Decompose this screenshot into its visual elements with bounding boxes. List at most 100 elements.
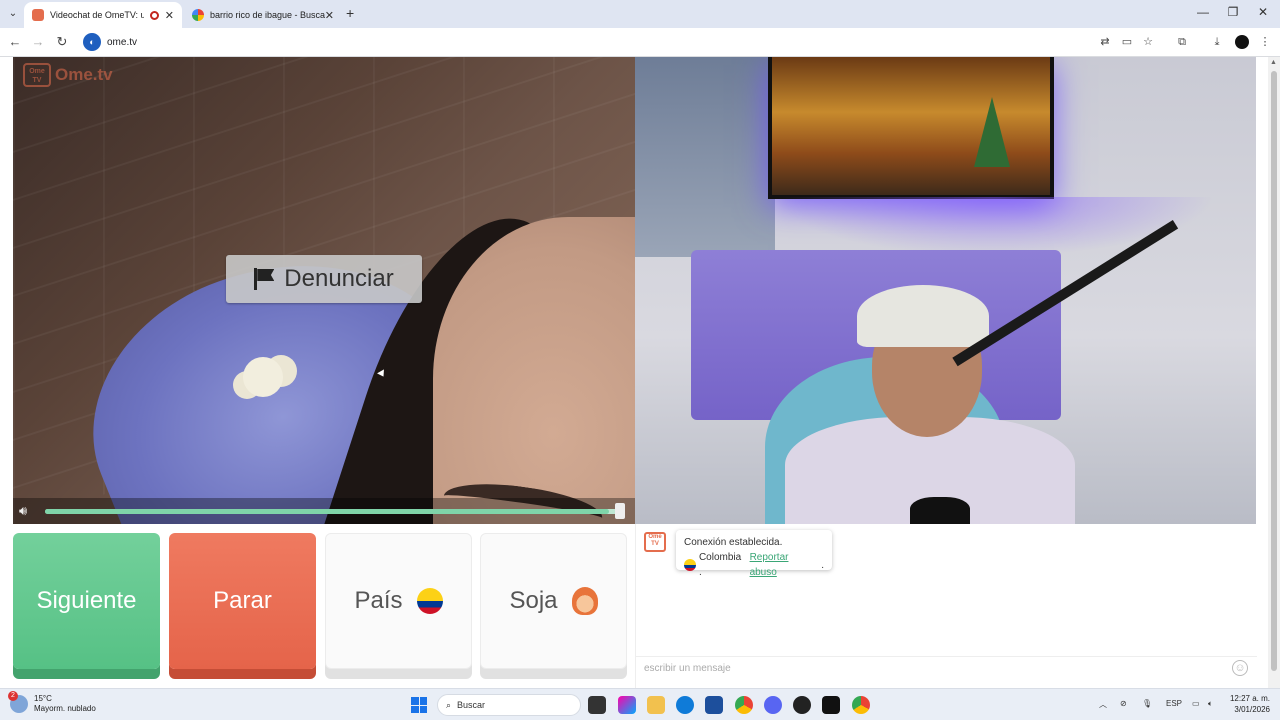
task-view-icon[interactable] <box>588 696 606 714</box>
sync-off-icon[interactable]: ⊘ <box>1120 699 1127 708</box>
url-text[interactable]: ome.tv <box>107 37 137 48</box>
page-scrollbar[interactable]: ▲ <box>1268 57 1280 688</box>
message-input[interactable]: escribir un mensaje <box>636 656 1257 680</box>
next-button-label: Siguiente <box>36 587 137 614</box>
stop-button[interactable]: Parar <box>169 533 316 669</box>
country-button-label: País <box>354 587 403 614</box>
recording-indicator-icon <box>149 10 159 20</box>
forward-icon[interactable]: → <box>29 34 47 49</box>
github-icon[interactable] <box>793 696 811 714</box>
browser-tab-strip: ⌄ Videochat de OmeTV: una ✕ barrio rico … <box>0 0 1280 28</box>
taskbar-search[interactable]: ⌕ Buscar <box>437 694 581 716</box>
network-icon[interactable]: ▭ <box>1192 699 1200 708</box>
address-toolbar: ← → ↻ ◐ ome.tv ⇄ ▭ ☆ ⧉ ⤓ ⋮ <box>0 28 1280 57</box>
windows-taskbar: 2 15°C Mayorm. nublado ⌕ Buscar ︿ ⊘ 🎙︎ E… <box>0 688 1280 720</box>
omnibox[interactable]: ◐ ome.tv <box>80 31 1160 53</box>
girl-emoji-icon <box>571 587 598 615</box>
system-clock[interactable]: 12:27 a. m. 3/01/2026 <box>1224 693 1270 715</box>
search-icon: ⌕ <box>446 699 452 710</box>
scrollbar-thumb[interactable] <box>1271 71 1277 671</box>
colombia-flag-icon <box>416 588 443 614</box>
weather-widget[interactable]: 2 15°C Mayorm. nublado <box>8 691 96 714</box>
flag-icon <box>254 268 274 290</box>
translate-icon[interactable]: ⇄ <box>1098 35 1112 49</box>
tiktok-icon[interactable] <box>822 696 840 714</box>
chat-panel: Ome TV Conexión establecida. Colombia . … <box>635 524 1257 688</box>
volume-handle[interactable] <box>615 503 625 519</box>
close-window-icon[interactable]: ✕ <box>1248 5 1278 19</box>
next-button[interactable]: Siguiente <box>13 533 160 669</box>
tab-title: Videochat de OmeTV: una <box>50 10 144 20</box>
close-tab-icon[interactable]: ✕ <box>165 9 174 22</box>
close-tab-icon[interactable]: ✕ <box>325 9 334 22</box>
speaker-icon[interactable]: 🔊︎ <box>19 504 39 518</box>
notification-badge: 2 <box>8 691 18 701</box>
ometv-chat-logo-icon: Ome TV <box>644 532 666 552</box>
cast-icon[interactable]: ▭ <box>1120 35 1134 49</box>
volume-slider[interactable] <box>45 509 621 514</box>
weather-temperature: 15°C <box>34 694 52 703</box>
volume-tray-icon[interactable]: 🔈︎ <box>1208 699 1213 709</box>
download-icon[interactable]: ⤓ <box>1210 35 1224 49</box>
report-abuse-link[interactable]: Reportar abuso <box>750 550 819 580</box>
clock-date: 3/01/2026 <box>1234 705 1270 714</box>
tab-search-chevron-icon[interactable]: ⌄ <box>6 7 20 21</box>
back-icon[interactable]: ← <box>6 34 24 49</box>
discord-icon[interactable] <box>764 696 782 714</box>
system-message: Conexión establecida. Colombia . Reporta… <box>676 530 832 578</box>
copilot-icon[interactable] <box>618 696 636 714</box>
microphone-icon[interactable]: 🎙︎ <box>1142 699 1152 708</box>
minimize-icon[interactable]: — <box>1188 5 1218 19</box>
tab-google-search[interactable]: barrio rico de ibague - Buscar c ✕ <box>184 2 342 28</box>
reload-icon[interactable]: ↻ <box>53 34 71 50</box>
video-scene-microphone <box>910 497 970 524</box>
stranger-video: Ome TV Ome.tv Denunciar 🔊︎ <box>13 57 635 524</box>
search-placeholder: Buscar <box>457 700 486 710</box>
volume-fill <box>45 509 610 514</box>
video-scene-led-glow <box>775 197 1215 257</box>
chrome-profile-icon[interactable] <box>852 696 870 714</box>
chrome-icon[interactable] <box>735 696 753 714</box>
windows-start-icon[interactable] <box>411 697 427 713</box>
restore-icon[interactable]: ❐ <box>1218 5 1248 19</box>
new-tab-icon[interactable]: + <box>346 5 354 21</box>
tab-ometv[interactable]: Videochat de OmeTV: una ✕ <box>24 2 182 28</box>
weather-description: Mayorm. nublado <box>34 704 96 713</box>
browser-menu-icon[interactable]: ⋮ <box>1258 35 1272 49</box>
site-info-icon[interactable]: ◐ <box>83 33 101 51</box>
volume-bar: 🔊︎ <box>13 498 635 524</box>
input-language[interactable]: ESP <box>1166 699 1182 708</box>
partner-country: Colombia . <box>698 552 742 578</box>
gender-filter-button[interactable]: Soja <box>480 533 627 669</box>
extensions-icon[interactable]: ⧉ <box>1175 35 1189 49</box>
file-explorer-icon[interactable] <box>647 696 665 714</box>
country-filter-button[interactable]: País <box>325 533 472 669</box>
ometv-favicon-icon <box>32 9 44 21</box>
gender-button-label: Soja <box>509 587 558 614</box>
ometv-logo-text: Ome.tv <box>55 65 113 84</box>
video-scene-poster <box>635 57 775 257</box>
stop-button-label: Parar <box>213 587 272 614</box>
bookmark-star-icon[interactable]: ☆ <box>1141 35 1155 49</box>
self-video <box>635 57 1256 524</box>
video-scene-flower <box>243 357 283 397</box>
report-abuse-suffix: . <box>821 559 824 571</box>
store-icon[interactable] <box>705 696 723 714</box>
report-button[interactable]: Denunciar <box>226 255 422 303</box>
colombia-flag-icon <box>684 559 696 571</box>
profile-avatar[interactable] <box>1235 35 1249 49</box>
tab-title: barrio rico de ibague - Buscar c <box>210 10 325 20</box>
weather-cloud-icon: 2 <box>8 691 28 713</box>
ometv-logo: Ome TV Ome.tv <box>23 63 113 87</box>
emoji-icon[interactable]: ☺ <box>1232 660 1248 676</box>
scroll-up-icon[interactable]: ▲ <box>1270 59 1277 66</box>
tray-overflow-icon[interactable]: ︿ <box>1099 699 1107 710</box>
connection-status: Conexión establecida. <box>684 537 783 548</box>
video-scene-christmas-tree <box>974 97 1010 167</box>
video-scene-tv <box>768 57 1054 199</box>
google-favicon-icon <box>192 9 204 21</box>
ometv-page: Ome TV Ome.tv Denunciar 🔊︎ Siguiente Par… <box>0 57 1268 688</box>
edge-icon[interactable] <box>676 696 694 714</box>
report-button-label: Denunciar <box>284 265 394 292</box>
video-scene-cap <box>857 285 989 347</box>
